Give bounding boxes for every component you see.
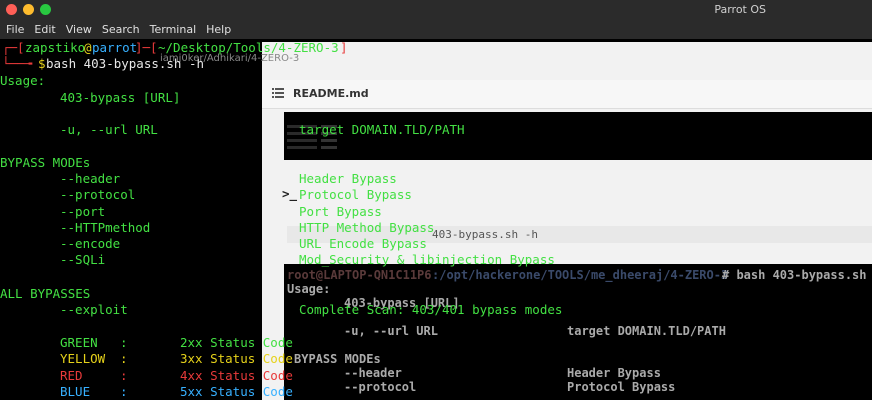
mode-sqli: --SQLi: [60, 252, 106, 267]
desc-encode: URL Encode Bypass: [299, 236, 427, 251]
mode-encode: --encode: [60, 236, 121, 251]
bg-url-opt: -u, --url URL: [344, 324, 438, 338]
modes-heading: BYPASS MODEs: [0, 155, 91, 170]
exploit-option: --exploit: [60, 302, 128, 317]
bg-header-desc: Header Bypass: [567, 366, 661, 380]
legend-green-code: 2xx Status Code: [180, 335, 293, 350]
bg-header: --header: [344, 366, 402, 380]
menu-terminal[interactable]: Terminal: [150, 23, 197, 36]
code-snippet-text: 403-bypass.sh -h: [432, 228, 538, 241]
prompt-glyph: >_: [282, 186, 298, 201]
prompt-command: bash 403-bypass.sh -h: [46, 56, 205, 71]
legend-blue-code: 5xx Status Code: [180, 384, 293, 399]
bg-protocol: --protocol: [344, 380, 417, 394]
bg-prompt-user: root@LAPTOP-QN1C11P6: [287, 268, 432, 282]
menu-file[interactable]: File: [6, 23, 24, 36]
target-desc: target DOMAIN.TLD/PATH: [299, 122, 465, 137]
menu-bar: File Edit View Search Terminal Help: [0, 20, 872, 39]
all-bypasses-heading: ALL BYPASSES: [0, 286, 91, 301]
window-controls: [6, 4, 51, 15]
bg-prompt-path: :/opt/hackerone/TOOLS/me_dheeraj/4-ZERO-…: [432, 268, 729, 282]
legend-yellow-code: 3xx Status Code: [180, 351, 293, 366]
prompt-sep: ]─[: [135, 40, 158, 55]
list-icon: [272, 88, 284, 98]
bg-modes-head: BYPASS MODEs: [294, 352, 381, 366]
menu-search[interactable]: Search: [102, 23, 140, 36]
usage-line: 403-bypass [URL]: [60, 90, 181, 105]
close-button[interactable]: [6, 4, 17, 15]
mode-protocol: --protocol: [60, 187, 136, 202]
bg-target: target DOMAIN.TLD/PATH: [567, 324, 726, 338]
prompt-bracket-close: ]: [340, 40, 348, 55]
url-option: -u, --url URL: [60, 122, 158, 137]
desc-httpmethod: HTTP Method Bypass: [299, 220, 435, 235]
bg-usage: Usage:: [287, 282, 331, 296]
readme-title: README.md: [293, 87, 369, 100]
legend-green-name: GREEN: [60, 335, 98, 350]
mode-header: --header: [60, 171, 121, 186]
prompt-bracket-top: ┌─[: [2, 40, 25, 55]
menu-edit[interactable]: Edit: [34, 23, 55, 36]
prompt-user: zapstiko: [25, 40, 86, 55]
legend-yellow-name: YELLOW: [60, 351, 106, 366]
prompt-bracket-bottom: └──╼: [2, 56, 40, 71]
legend-blue-sep: :: [120, 384, 128, 399]
maximize-button[interactable]: [40, 4, 51, 15]
legend-blue-name: BLUE: [60, 384, 91, 399]
menu-help[interactable]: Help: [206, 23, 231, 36]
title-bar: Parrot OS: [0, 0, 872, 20]
usage-heading: Usage:: [0, 73, 46, 88]
desc-sqli: Mod_Security & libinjection Bypass: [299, 252, 555, 267]
desc-port: Port Bypass: [299, 204, 382, 219]
prompt-dollar: $: [38, 56, 46, 71]
legend-green-sep: :: [120, 335, 128, 350]
prompt-path: ~/Desktop/Tools/4-ZERO-3: [158, 40, 339, 55]
minimize-button[interactable]: [23, 4, 34, 15]
prompt-at: @: [84, 40, 92, 55]
desc-header: Header Bypass: [299, 171, 397, 186]
complete-scan-desc: Complete Scan: 403/401 bypass modes: [299, 302, 563, 317]
mode-port: --port: [60, 204, 106, 219]
desc-protocol: Protocol Bypass: [299, 187, 412, 202]
window-title: Parrot OS: [714, 3, 766, 16]
bg-prompt-cmd: # bash 403-bypass.sh -h: [722, 268, 872, 282]
legend-red-name: RED: [60, 368, 83, 383]
menu-view[interactable]: View: [66, 23, 92, 36]
prompt-host: parrot: [92, 40, 138, 55]
legend-yellow-sep: :: [120, 351, 128, 366]
bg-protocol-desc: Protocol Bypass: [567, 380, 676, 394]
legend-red-code: 4xx Status Code: [180, 368, 293, 383]
legend-red-sep: :: [120, 368, 128, 383]
mode-httpmethod: --HTTPmethod: [60, 220, 151, 235]
